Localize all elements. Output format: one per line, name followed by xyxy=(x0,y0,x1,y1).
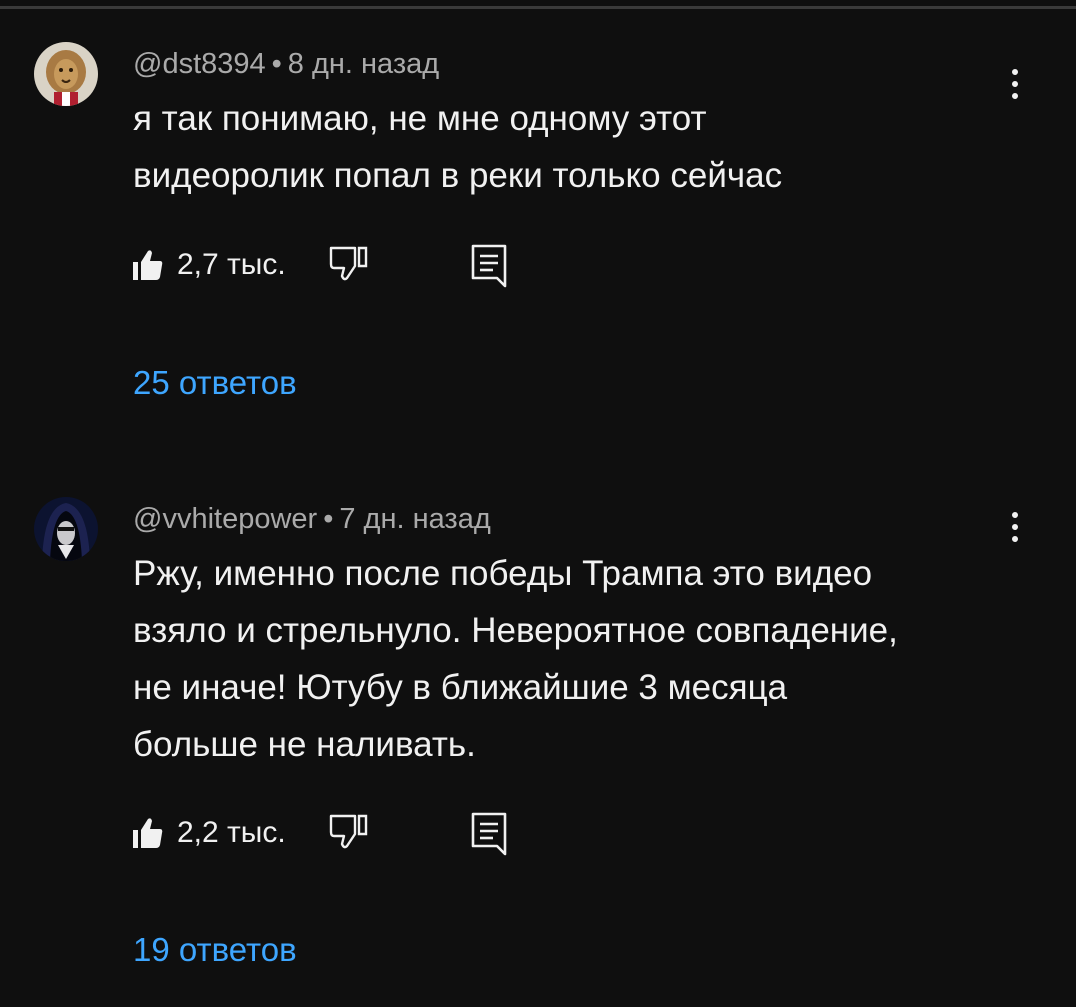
replies-toggle[interactable]: 19 ответов xyxy=(133,931,297,969)
thumbs-up-icon xyxy=(133,250,163,280)
thumbs-down-icon xyxy=(329,246,368,281)
author-avatar[interactable] xyxy=(34,497,98,561)
comment-actions: 2,7 тыс. xyxy=(133,240,533,290)
reply-icon xyxy=(471,244,507,288)
thumbs-down-icon xyxy=(329,814,368,849)
comment-text-line: взяло и стрельнуло. Невероятное совпаден… xyxy=(133,611,898,650)
more-vertical-icon xyxy=(1012,69,1018,75)
replies-toggle[interactable]: 25 ответов xyxy=(133,364,297,402)
meta-separator: • xyxy=(323,503,334,535)
reply-button[interactable] xyxy=(471,244,507,293)
like-count: 2,2 тыс. xyxy=(177,816,286,849)
author-avatar[interactable] xyxy=(34,42,98,106)
author-handle[interactable]: @dst8394 xyxy=(133,48,266,80)
comment-text-line: я так понимаю, не мне одному этот xyxy=(133,99,707,138)
reply-icon xyxy=(471,812,507,856)
comment-time: 8 дн. назад xyxy=(287,48,440,80)
thumbs-up-icon xyxy=(133,818,163,848)
comment-text: я так понимаю, не мне одному этот видеор… xyxy=(133,90,1013,204)
comment-text-line: больше не наливать. xyxy=(133,725,476,764)
more-dot xyxy=(1012,81,1018,87)
hooded-figure-avatar-icon xyxy=(34,497,98,561)
comment-text-line: видеоролик попал в реки только сейчас xyxy=(133,156,783,195)
meta-separator: • xyxy=(271,48,282,80)
comment-actions: 2,2 тыс. xyxy=(133,808,533,858)
comment-text-line: не иначе! Ютубу в ближайшие 3 месяца xyxy=(133,668,788,707)
more-dot xyxy=(1012,536,1018,542)
more-vertical-icon xyxy=(1012,512,1018,518)
dislike-button[interactable] xyxy=(329,812,369,855)
dislike-button[interactable] xyxy=(329,244,369,287)
comment-text-line: Ржу, именно после победы Трампа это виде… xyxy=(133,554,873,593)
lion-avatar-icon xyxy=(34,42,98,106)
comment-meta: @dst8394 • 8 дн. назад xyxy=(133,46,439,82)
more-dot xyxy=(1012,524,1018,530)
like-count: 2,7 тыс. xyxy=(177,248,286,281)
comment-meta: @vvhitepower • 7 дн. назад xyxy=(133,501,491,537)
top-divider xyxy=(0,6,1076,9)
like-button[interactable]: 2,7 тыс. xyxy=(133,240,286,290)
comment-time: 7 дн. назад xyxy=(339,503,491,535)
author-handle[interactable]: @vvhitepower xyxy=(133,503,317,535)
reply-button[interactable] xyxy=(471,812,507,861)
like-button[interactable]: 2,2 тыс. xyxy=(133,808,286,858)
comment-text: Ржу, именно после победы Трампа это виде… xyxy=(133,545,1013,773)
